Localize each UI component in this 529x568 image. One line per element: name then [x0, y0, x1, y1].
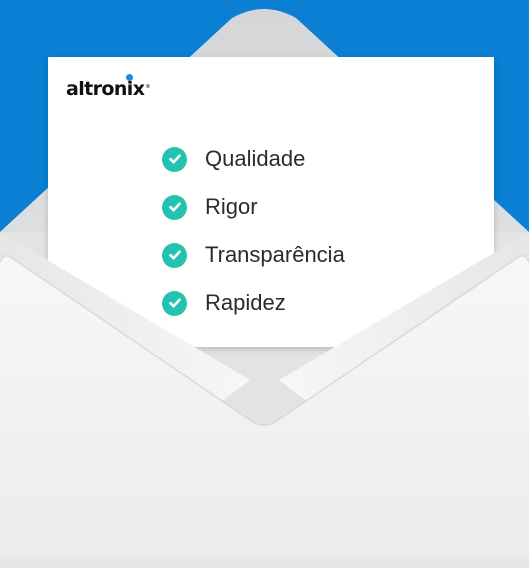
envelope-front: [0, 232, 529, 568]
